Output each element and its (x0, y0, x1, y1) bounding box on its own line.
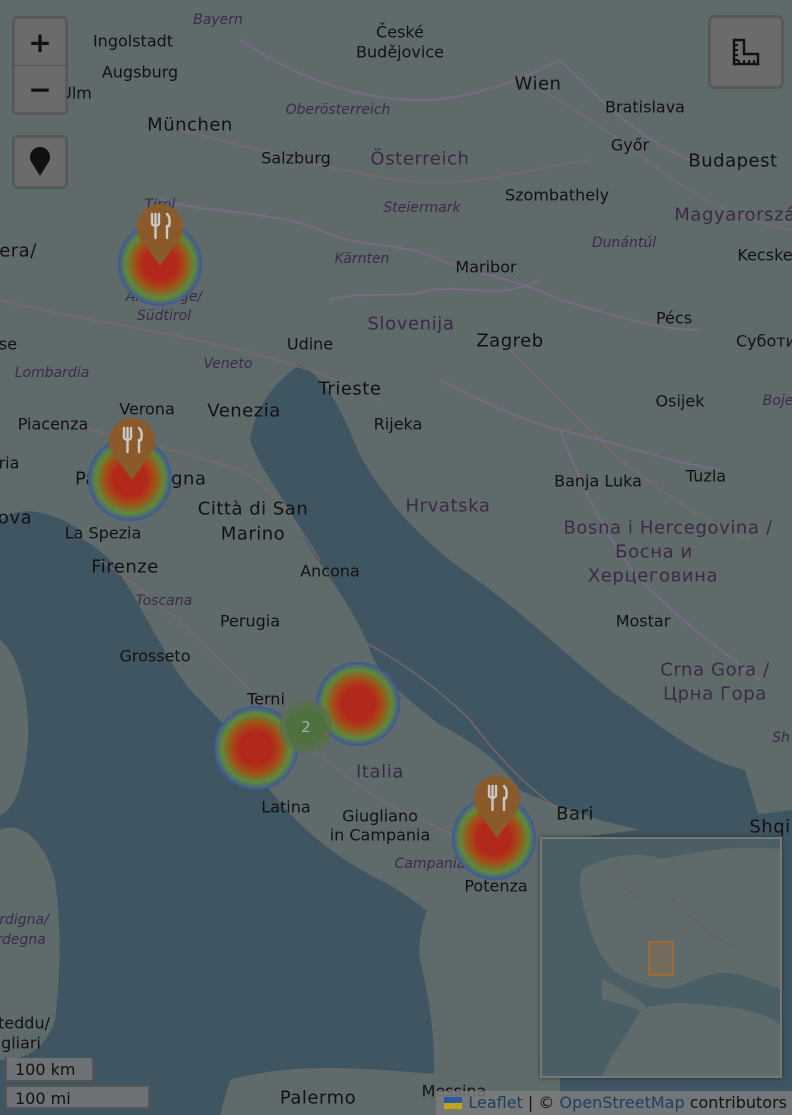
leaflet-link[interactable]: Leaflet (468, 1093, 522, 1112)
region-label-lombardia: Lombardia (14, 365, 90, 381)
region-label-campania: Campania (394, 856, 466, 872)
country-label-bih-1: Bosna i Hercegovina / (563, 517, 773, 539)
zoom-in-button[interactable]: + (15, 19, 65, 65)
country-label-crna-gora-1: Crna Gora / (660, 659, 770, 681)
country-label-hrvatska: Hrvatska (405, 495, 491, 517)
marker-cluster[interactable]: 2 (280, 701, 332, 753)
region-label-sardegna-2: rdegna (0, 932, 46, 948)
minimap-viewport-rect[interactable] (648, 941, 674, 976)
country-label-crna-gora-2: Црна Гора (663, 683, 767, 705)
city-label-bratislava: Bratislava (605, 97, 685, 117)
city-label-grosseto: Grosseto (119, 646, 191, 666)
country-label-bih-2: Босна и (615, 541, 693, 563)
city-label-la-spezia: La Spezia (64, 523, 142, 543)
country-label-osterreich: Österreich (370, 148, 470, 170)
region-label-boje: Boje (762, 393, 792, 409)
city-label-zagreb: Zagreb (476, 330, 544, 352)
label-ova: ova (0, 507, 33, 529)
region-label-sardegna-1: rdigna/ (0, 912, 49, 928)
zoom-out-button[interactable]: − (15, 65, 65, 112)
map-pin-icon (30, 147, 50, 176)
attribution-separator: | © (522, 1093, 560, 1112)
city-label-perugia: Perugia (219, 611, 281, 631)
city-label-palermo: Palermo (279, 1087, 357, 1109)
region-label-veneto: Veneto (203, 356, 253, 372)
country-label-slovenija: Slovenija (367, 313, 455, 335)
city-label-trieste: Trieste (318, 378, 382, 400)
osm-link[interactable]: OpenStreetMap (559, 1093, 684, 1112)
city-label-venezia: Venezia (207, 400, 281, 422)
city-label-giugliano-2: in Campania (329, 825, 431, 845)
city-label-szombathely: Szombathely (504, 185, 610, 205)
city-label-osijek: Osijek (655, 391, 705, 411)
scale-imperial: 100 mi (5, 1085, 150, 1109)
city-label-piacenza: Piacenza (17, 414, 89, 434)
city-label-gyor: Győr (610, 135, 650, 155)
zoom-control: + − (13, 17, 67, 114)
country-label-italia: Italia (355, 761, 405, 783)
city-label-sardegna-4: gliari (1, 1033, 41, 1053)
restaurant-marker-alto-adige[interactable] (135, 202, 185, 268)
city-label-salzburg: Salzburg (261, 148, 331, 168)
city-label-munchen: München (147, 114, 233, 136)
city-label-bari: Bari (556, 803, 594, 825)
city-label-kecske: Kecske (737, 245, 792, 265)
fork-knife-icon (137, 204, 183, 266)
country-label-bih-3: Херцеговина (587, 565, 719, 587)
city-label-udine: Udine (286, 334, 334, 354)
measure-button[interactable] (709, 16, 783, 88)
locate-button[interactable] (13, 136, 67, 188)
city-label-tuzla: Tuzla (685, 466, 727, 486)
city-label-wien: Wien (514, 73, 562, 95)
label-era: era/ (0, 240, 37, 262)
region-label-alto-adige-2: Südtirol (136, 308, 192, 324)
country-label-san-marino-1: Città di San (197, 498, 309, 520)
region-label-oberosterreich: Oberösterreich (285, 102, 391, 118)
fork-knife-icon (109, 418, 155, 480)
city-label-banja-luka: Banja Luka (554, 471, 642, 491)
restaurant-marker-foggia[interactable] (472, 774, 522, 840)
city-label-pecs: Pécs (655, 308, 693, 328)
attribution: Leaflet | © OpenStreetMap contributors (436, 1091, 792, 1115)
country-label-magyarorszag: Magyarorszá (674, 204, 792, 226)
city-label-budapest: Budapest (688, 150, 778, 172)
restaurant-marker-parma[interactable] (107, 416, 157, 482)
scale-metric: 100 km (5, 1058, 94, 1082)
cluster-count: 2 (286, 707, 326, 747)
city-label-sardegna-3: teddu/ (0, 1013, 50, 1033)
minimap-tiles (542, 839, 780, 1076)
city-label-mostar: Mostar (615, 611, 671, 631)
region-label-toscana: Toscana (135, 593, 193, 609)
city-label-giugliano-1: Giugliano (342, 806, 418, 826)
country-label-shqi: Shqi (749, 816, 791, 838)
region-label-karnten: Kärnten (334, 251, 390, 267)
map[interactable]: Bayern České Budějovice Ingolstadt Augsb… (0, 0, 792, 1115)
city-label-ingolstadt: Ingolstadt (92, 31, 174, 51)
city-label-subot: Суботи (735, 331, 792, 351)
region-label-dunantul: Dunántúl (591, 235, 657, 251)
fork-knife-icon (474, 776, 520, 838)
city-label-latina: Latina (261, 797, 311, 817)
city-label-rijeka: Rijeka (373, 414, 423, 434)
ukraine-flag-icon (444, 1096, 463, 1109)
city-label-firenze: Firenze (91, 556, 159, 578)
country-label-san-marino-2: Marino (220, 523, 286, 545)
region-label-sh: Sh (772, 730, 790, 746)
label-se: se (0, 334, 18, 354)
label-ria: ria (0, 453, 20, 473)
city-label-augsburg: Augsburg (101, 62, 179, 82)
city-label-ceske-budejovice-2: Budějovice (356, 42, 444, 62)
city-label-ceske-budejovice-1: České (376, 22, 424, 42)
city-label-maribor: Maribor (455, 257, 517, 277)
minimap[interactable] (540, 837, 782, 1078)
region-label-steiermark: Steiermark (383, 200, 461, 216)
city-label-ancona: Ancona (300, 561, 360, 581)
region-label-bayern: Bayern (193, 12, 243, 28)
attribution-suffix: contributors (684, 1093, 787, 1112)
ruler-icon (732, 38, 760, 66)
